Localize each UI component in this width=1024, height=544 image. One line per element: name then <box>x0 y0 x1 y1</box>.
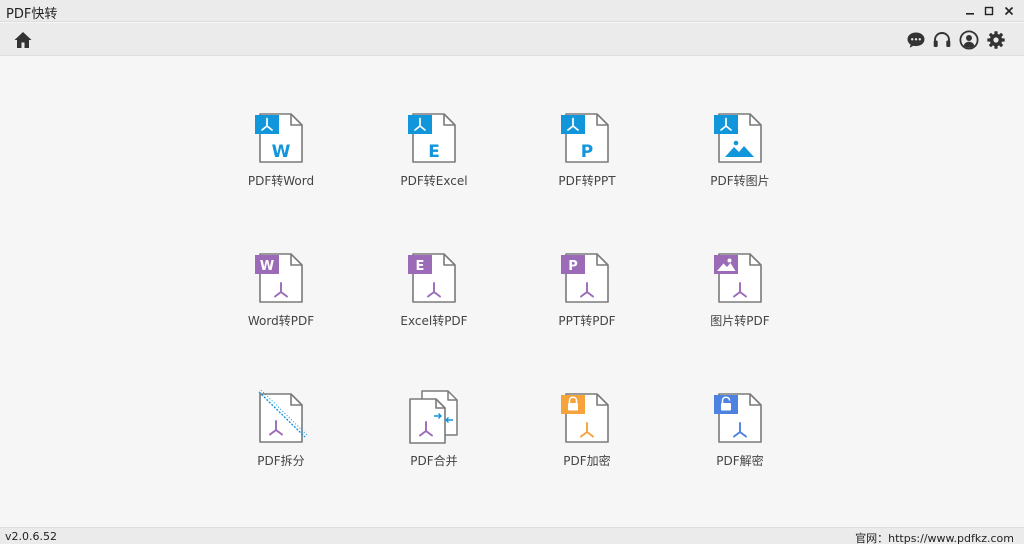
image-to-pdf-icon <box>714 253 762 303</box>
tool-label: 图片转PDF <box>710 314 770 328</box>
tool-pdf-decrypt[interactable]: PDF解密 <box>680 390 800 480</box>
headset-icon[interactable] <box>932 30 952 50</box>
tool-image-to-pdf[interactable]: 图片转PDF <box>680 250 800 340</box>
tool-label: Excel转PDF <box>400 314 468 328</box>
user-avatar-icon[interactable] <box>959 30 979 50</box>
tool-label: PDF转Word <box>247 174 315 188</box>
close-icon[interactable] <box>1001 3 1017 19</box>
chat-bubble-icon[interactable] <box>906 30 926 50</box>
pdf-to-word-icon: W <box>255 113 303 163</box>
tool-pdf-split[interactable]: PDF拆分 <box>221 390 341 480</box>
tool-pdf-to-excel[interactable]: E PDF转Excel <box>374 110 494 200</box>
tool-pdf-merge[interactable]: PDF合并 <box>374 390 494 480</box>
toolbar <box>0 23 1024 56</box>
pdf-merge-icon <box>409 390 458 444</box>
tool-grid: W PDF转Word E PDF转Excel P PDF转PPT PDF转图片 … <box>0 57 1024 527</box>
tool-label: PPT转PDF <box>558 314 616 328</box>
pdf-decrypt-icon <box>714 393 762 443</box>
tool-label: PDF加密 <box>563 454 611 468</box>
tool-pdf-to-image[interactable]: PDF转图片 <box>680 110 800 200</box>
pdf-to-excel-icon: E <box>408 113 456 163</box>
tool-label: PDF解密 <box>716 454 764 468</box>
svg-text:P: P <box>568 259 578 274</box>
tool-label: PDF转Excel <box>400 174 468 188</box>
tool-excel-to-pdf[interactable]: E Excel转PDF <box>374 250 494 340</box>
pdf-encrypt-icon <box>561 393 609 443</box>
svg-text:E: E <box>416 259 425 274</box>
ppt-to-pdf-icon: P <box>561 253 609 303</box>
tool-label: PDF拆分 <box>257 454 305 468</box>
tool-pdf-encrypt[interactable]: PDF加密 <box>527 390 647 480</box>
tool-pdf-to-ppt[interactable]: P PDF转PPT <box>527 110 647 200</box>
version-label: v2.0.6.52 <box>5 530 57 543</box>
svg-text:W: W <box>260 259 274 274</box>
word-to-pdf-icon: W <box>255 253 303 303</box>
maximize-icon[interactable] <box>981 3 997 19</box>
status-bar: v2.0.6.52 官网：https://www.pdfkz.com <box>0 527 1024 544</box>
tool-label: Word转PDF <box>247 314 315 328</box>
svg-text:P: P <box>581 142 593 162</box>
tool-pdf-to-word[interactable]: W PDF转Word <box>221 110 341 200</box>
pdf-to-ppt-icon: P <box>561 113 609 163</box>
title-bar: PDF快转 <box>0 0 1024 22</box>
minimize-icon[interactable] <box>962 3 978 19</box>
tool-label: PDF合并 <box>410 454 458 468</box>
tool-label: PDF转图片 <box>710 174 770 188</box>
excel-to-pdf-icon: E <box>408 253 456 303</box>
tool-label: PDF转PPT <box>558 174 616 188</box>
website-link[interactable]: 官网：https://www.pdfkz.com <box>855 530 1014 544</box>
tool-ppt-to-pdf[interactable]: P PPT转PDF <box>527 250 647 340</box>
tool-word-to-pdf[interactable]: W Word转PDF <box>221 250 341 340</box>
svg-text:E: E <box>428 142 440 162</box>
gear-icon[interactable] <box>986 30 1006 50</box>
pdf-split-icon <box>258 390 308 443</box>
home-icon[interactable] <box>13 30 33 50</box>
window-title: PDF快转 <box>6 7 58 22</box>
pdf-to-image-icon <box>714 113 762 163</box>
svg-text:W: W <box>272 142 291 162</box>
